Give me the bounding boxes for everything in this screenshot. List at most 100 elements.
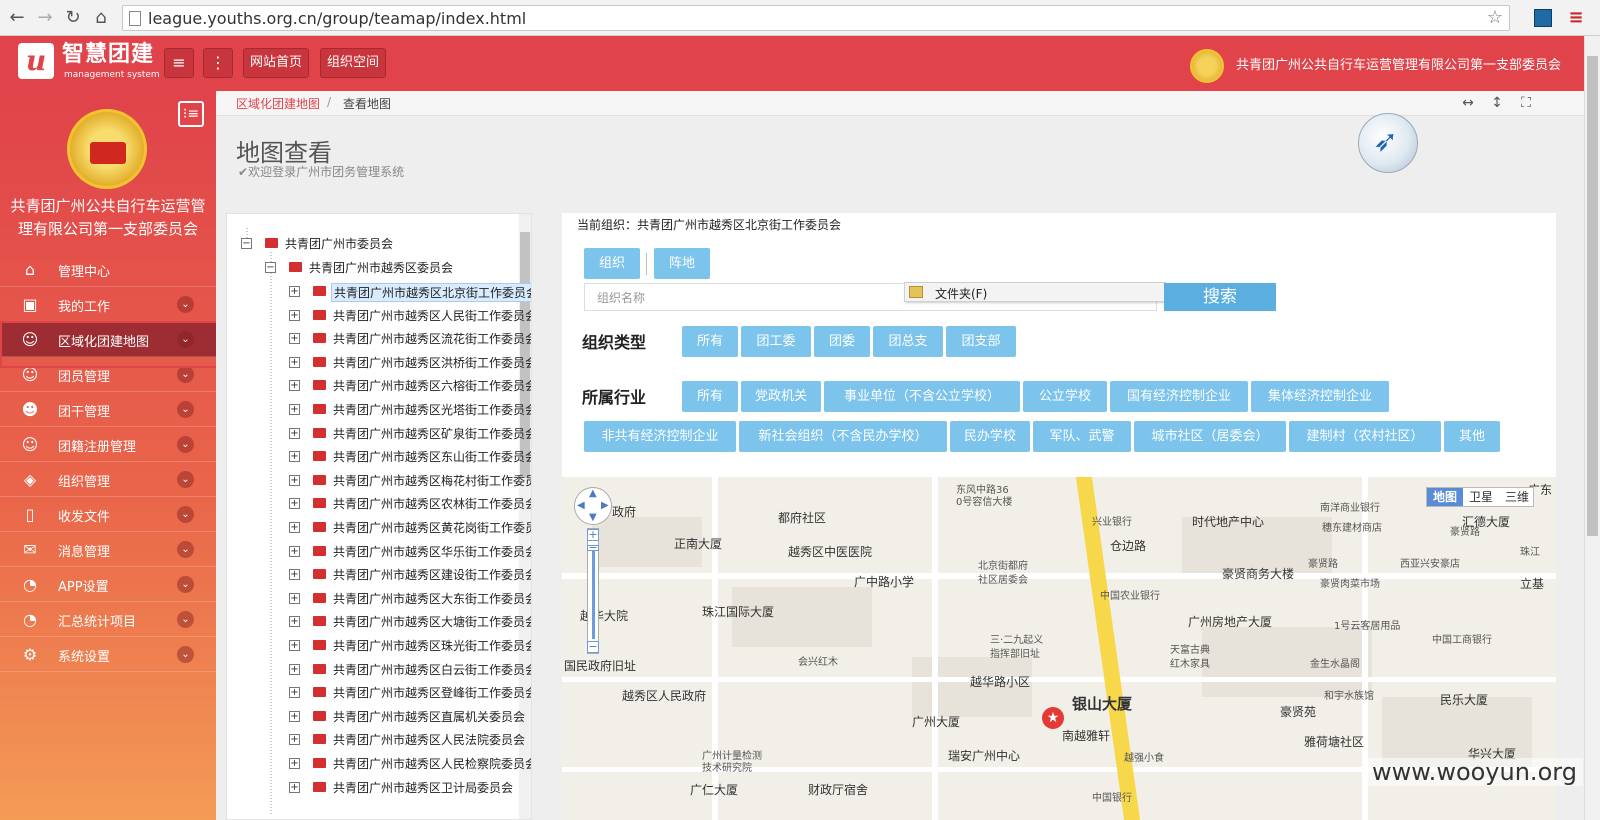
map-label[interactable]: 都府社区 [778, 509, 826, 526]
map-label[interactable]: 红木家具 [1170, 655, 1210, 670]
expand-toggle-icon[interactable]: + [289, 356, 300, 368]
map-label[interactable]: 豪贤路 [1450, 523, 1480, 538]
back-icon[interactable]: ← [6, 7, 28, 29]
map-label[interactable]: 广州房地产大厦 [1188, 613, 1272, 630]
map-label[interactable]: 越秀区中医医院 [788, 543, 872, 560]
industry-other[interactable]: 其他 [1444, 421, 1500, 452]
map-label[interactable]: 广中路小学 [854, 573, 914, 590]
org-type-work-committee[interactable]: 团工委 [741, 326, 811, 357]
expand-toggle-icon[interactable]: + [289, 734, 300, 746]
map-label[interactable]: 越华路小区 [970, 673, 1030, 690]
collapse-toggle-icon[interactable]: − [265, 262, 276, 273]
map-label[interactable]: 正南大厦 [674, 535, 722, 552]
org-type-committee[interactable]: 团委 [814, 326, 870, 357]
industry-private-school[interactable]: 民办学校 [950, 421, 1030, 452]
map-type-satellite[interactable]: 卫星 [1463, 488, 1499, 506]
industry-all[interactable]: 所有 [682, 381, 738, 412]
expand-toggle-icon[interactable]: + [289, 427, 300, 439]
sidebar-item-org-management[interactable]: ◈ 组织管理 ⌄ [0, 462, 216, 497]
forward-icon[interactable]: → [34, 7, 56, 29]
sidebar-item-messages[interactable]: ✉ 消息管理 ⌄ [0, 532, 216, 567]
expand-toggle-icon[interactable]: + [289, 592, 300, 604]
home-icon[interactable]: ⌂ [90, 7, 112, 29]
map-label[interactable]: 天富古典 [1170, 641, 1210, 656]
map-label[interactable]: 中国工商银行 [1432, 631, 1492, 646]
org-type-all[interactable]: 所有 [682, 326, 738, 357]
map-label[interactable]: 广州大厦 [912, 713, 960, 730]
map-label[interactable]: 技术研究院 [702, 759, 752, 774]
expand-toggle-icon[interactable]: + [289, 687, 300, 699]
sidebar-item-management-center[interactable]: ⌂ 管理中心 [0, 252, 216, 287]
tab-org[interactable]: 组织 [584, 248, 640, 279]
sidebar-item-statistics[interactable]: ◔ 汇总统计项目 ⌄ [0, 602, 216, 637]
map-label[interactable]: 立基 [1520, 575, 1544, 592]
search-button[interactable]: 搜索 [1164, 283, 1276, 311]
map-type-3d[interactable]: 三维 [1499, 488, 1535, 506]
map-label[interactable]: 三·二九起义 [990, 631, 1043, 646]
extension-icon[interactable] [1534, 9, 1552, 27]
expand-toggle-icon[interactable]: + [289, 663, 300, 675]
org-type-branch[interactable]: 团支部 [946, 326, 1016, 357]
map-label[interactable]: 西亚兴安豪店 [1400, 555, 1460, 570]
map-label[interactable]: 1号云客居用品 [1334, 617, 1400, 632]
map-label[interactable]: 广仁大厦 [690, 781, 738, 798]
map-label[interactable]: 南洋商业银行 [1320, 499, 1380, 514]
map-label[interactable]: 豪贤路 [1308, 555, 1338, 570]
map-zoom-slider[interactable]: + − − [587, 528, 599, 654]
zoom-in-icon[interactable]: + [587, 529, 599, 541]
map-pan-control[interactable]: ▲ ▼ ◀ ▶ [574, 487, 612, 525]
expand-toggle-icon[interactable]: + [289, 710, 300, 722]
expand-vertical-icon[interactable]: ↕ [1487, 94, 1507, 112]
fullscreen-icon[interactable]: ⛶ [1516, 94, 1536, 112]
website-home-button[interactable]: 网站首页 [243, 48, 309, 78]
industry-urban-community[interactable]: 城市社区（居委会） [1134, 421, 1286, 452]
map-label[interactable]: 政府 [612, 503, 636, 520]
map-label[interactable]: 中国银行 [1092, 789, 1132, 804]
map-label[interactable]: 指挥部旧址 [990, 645, 1040, 660]
expand-toggle-icon[interactable]: + [289, 474, 300, 486]
map-label[interactable]: 越秀区人民政府 [622, 687, 706, 704]
industry-village[interactable]: 建制村（农村社区） [1289, 421, 1441, 452]
industry-non-public[interactable]: 非共有经济控制企业 [584, 421, 736, 452]
address-bar[interactable]: league.youths.org.cn/group/teamap/index.… [122, 5, 1510, 31]
breadcrumb-link-map[interactable]: 区域化团建地图 [236, 95, 320, 112]
zoom-out-icon[interactable]: − [587, 641, 599, 653]
expand-toggle-icon[interactable]: + [289, 569, 300, 581]
map-label[interactable]: 时代地产中心 [1192, 513, 1264, 530]
sidebar-item-my-work[interactable]: ▣ 我的工作 ⌄ [0, 287, 216, 322]
browser-menu-icon[interactable]: ≡ [1566, 8, 1586, 28]
map-label[interactable]: 仓边路 [1110, 537, 1146, 554]
map-label[interactable]: 南越雅轩 [1062, 727, 1110, 744]
map-label[interactable]: 瑞安广州中心 [948, 747, 1020, 764]
industry-public-school[interactable]: 公立学校 [1023, 381, 1107, 412]
map-label[interactable]: 和宇水族馆 [1324, 687, 1374, 702]
map-type-map[interactable]: 地图 [1427, 488, 1463, 506]
map-label[interactable]: 兴业银行 [1092, 513, 1132, 528]
sidebar-item-app-settings[interactable]: ◔ APP设置 ⌄ [0, 567, 216, 602]
map-label[interactable]: 珠江国际大厦 [702, 603, 774, 620]
map-label[interactable]: 越强小食 [1124, 749, 1164, 764]
expand-toggle-icon[interactable]: + [289, 498, 300, 510]
org-type-general-branch[interactable]: 团总支 [873, 326, 943, 357]
map-label[interactable]: 豪贤商务大楼 [1222, 565, 1294, 582]
sidebar-item-documents[interactable]: ▯ 收发文件 ⌄ [0, 497, 216, 532]
collapse-toggle-icon[interactable]: − [241, 238, 252, 249]
sidebar-item-system-settings[interactable]: ⚙ 系统设置 ⌄ [0, 637, 216, 672]
map-label[interactable]: 豪贤肉菜市场 [1320, 575, 1380, 590]
map-label[interactable]: 珠江 [1520, 543, 1540, 558]
tab-base[interactable]: 阵地 [654, 248, 710, 279]
map-label[interactable]: 中国农业银行 [1100, 587, 1160, 602]
sidebar-collapse-button[interactable]: ⁝≡ [178, 101, 204, 127]
expand-toggle-icon[interactable]: + [289, 309, 300, 321]
expand-toggle-icon[interactable]: + [289, 286, 300, 297]
bookmark-star-icon[interactable]: ☆ [1487, 7, 1503, 28]
expand-toggle-icon[interactable]: + [289, 451, 300, 463]
map-label[interactable]: 银山大厦 [1072, 693, 1132, 714]
location-marker-icon[interactable]: ★ [1042, 707, 1064, 729]
org-space-button[interactable]: 组织空间 [320, 48, 386, 78]
industry-military[interactable]: 军队、武警 [1033, 421, 1131, 452]
zoom-handle[interactable]: − [587, 542, 599, 553]
more-options-button[interactable]: ⋮ [203, 48, 233, 78]
expand-toggle-icon[interactable]: + [289, 333, 300, 345]
expand-toggle-icon[interactable]: + [289, 616, 300, 628]
